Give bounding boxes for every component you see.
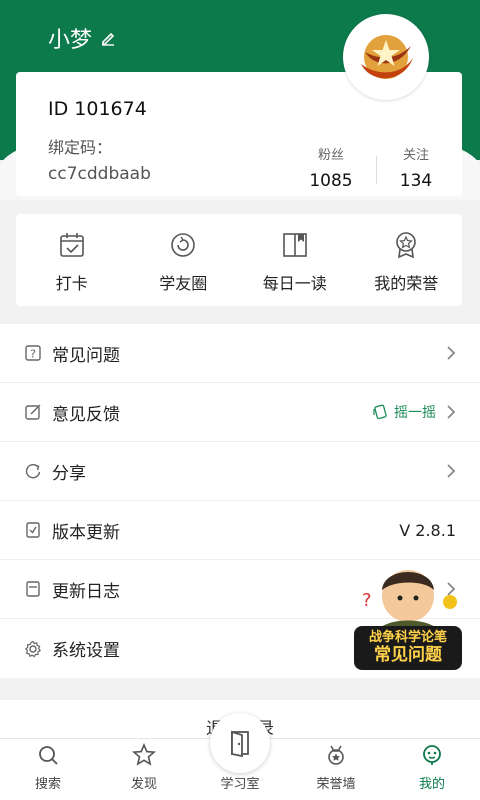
door-icon	[231, 730, 249, 757]
menu-feedback-label: 意见反馈	[52, 404, 120, 425]
quick-daily-read[interactable]: 每日一读	[239, 214, 351, 306]
user-id: ID 101674	[48, 98, 147, 120]
search-icon	[39, 746, 58, 765]
stat-divider	[376, 156, 377, 184]
tab-honor-wall-label: 荣誉墙	[316, 777, 356, 792]
username: 小梦	[48, 28, 93, 53]
username-row[interactable]: 小梦	[48, 22, 116, 54]
shake-hint[interactable]: 摇一摇	[372, 402, 436, 422]
chevron-right-icon	[447, 464, 456, 478]
tab-honor-wall[interactable]: 荣誉墙	[288, 739, 384, 800]
menu-feedback[interactable]: 意见反馈 摇一摇	[0, 383, 480, 442]
version-number: V 2.8.1	[399, 520, 456, 540]
study-room-button[interactable]	[210, 713, 270, 773]
follow-label: 关注	[402, 148, 429, 163]
bind-code-label: 绑定码：	[48, 138, 113, 157]
menu-version-update-label: 版本更新	[52, 522, 120, 543]
question-icon: ?	[25, 345, 41, 361]
shake-icon	[373, 404, 387, 420]
quick-checkin[interactable]: 打卡	[16, 214, 128, 306]
logo-icon	[361, 35, 413, 79]
mascot-line-1: 战争科学论笔	[368, 629, 447, 645]
menu-faq[interactable]: ? 常见问题	[0, 324, 480, 383]
quick-my-honor-label: 我的荣誉	[374, 274, 439, 293]
fans-label: 粉丝	[317, 148, 344, 163]
menu-version-update[interactable]: 版本更新 V 2.8.1	[0, 501, 480, 560]
menu-share[interactable]: 分享	[0, 442, 480, 501]
share-icon	[25, 464, 41, 479]
tab-search[interactable]: 搜索	[0, 739, 96, 800]
tab-study-room-label: 学习室	[220, 777, 260, 792]
faq-floating-mascot[interactable]: ? 战争科学论笔 常见问题	[350, 556, 466, 672]
book-icon	[282, 233, 307, 257]
menu-faq-label: 常见问题	[52, 345, 120, 366]
svg-text:?: ?	[362, 590, 372, 611]
user-icon	[423, 745, 441, 765]
pencil-icon[interactable]	[100, 30, 116, 46]
medal-icon	[328, 745, 344, 765]
avatar[interactable]	[343, 14, 429, 100]
shake-label: 摇一摇	[394, 405, 436, 421]
chevron-right-icon	[447, 405, 456, 419]
quick-study-circle-label: 学友圈	[159, 274, 208, 293]
log-icon	[26, 581, 40, 597]
calendar-check-icon	[59, 233, 84, 257]
quick-study-circle[interactable]: 学友圈	[128, 214, 240, 306]
tab-mine[interactable]: 我的	[384, 739, 480, 800]
follow-value: 134	[399, 171, 433, 191]
menu-share-label: 分享	[52, 463, 86, 484]
edit-icon	[25, 404, 41, 420]
update-icon	[26, 522, 40, 538]
bottom-tab-bar: 搜索 发现 学习室 荣誉墙 我的	[0, 713, 480, 800]
tab-search-label: 搜索	[34, 777, 61, 792]
quick-actions: 打卡 学友圈 每日一读 我的荣誉	[16, 214, 462, 306]
chevron-right-icon	[447, 346, 456, 360]
tab-mine-label: 我的	[418, 777, 445, 792]
medal-icon	[396, 232, 417, 259]
tab-study-room[interactable]: 学习室	[192, 713, 288, 800]
quick-daily-read-label: 每日一读	[262, 274, 327, 293]
tab-discover-label: 发现	[130, 777, 157, 792]
quick-checkin-label: 打卡	[55, 274, 88, 293]
tab-discover[interactable]: 发现	[96, 739, 192, 800]
star-icon	[132, 743, 156, 766]
follow-stat[interactable]: 关注 134	[381, 144, 451, 191]
fans-stat[interactable]: 粉丝 1085	[296, 144, 366, 191]
svg-text:?: ?	[30, 348, 36, 361]
fans-value: 1085	[309, 171, 353, 191]
circle-refresh-icon	[171, 233, 196, 257]
bind-code-value[interactable]: cc7cddbaab	[48, 164, 151, 184]
mascot-line-2: 常见问题	[374, 644, 442, 665]
gear-icon	[24, 640, 42, 657]
quick-my-honor[interactable]: 我的荣誉	[351, 214, 463, 306]
